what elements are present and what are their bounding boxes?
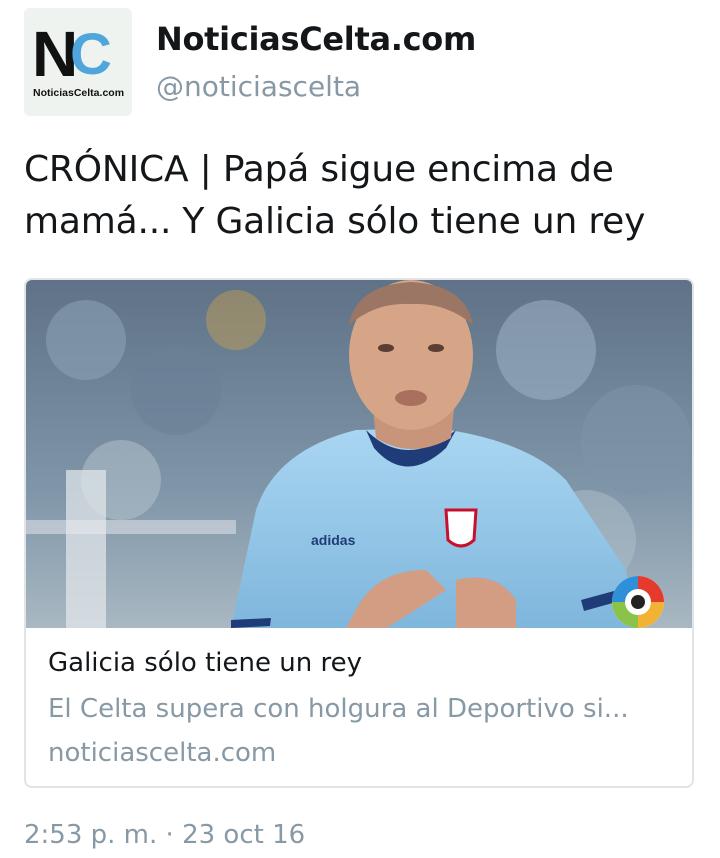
profile-avatar[interactable]: N C NoticiasCelta.com — [24, 8, 132, 116]
svg-text:adidas: adidas — [311, 532, 356, 548]
author-handle[interactable]: @noticiascelta — [156, 70, 361, 103]
noticiascelta-logo-icon: N C NoticiasCelta.com — [24, 8, 132, 116]
logo-caption: NoticiasCelta.com — [33, 87, 124, 99]
football-player-photo: adidas — [26, 280, 692, 628]
tweet-text: CRÓNICA | Papá sigue encima de mamá... Y… — [24, 149, 646, 242]
tweet-timestamp[interactable]: 2:53 p. m. · 23 oct 16 — [24, 820, 305, 850]
link-preview-card[interactable]: adidas Galicia sólo tiene un rey El Celt… — [24, 278, 694, 788]
laliga-logo-icon — [612, 576, 664, 628]
author-display-name[interactable]: NoticiasCelta.com — [156, 20, 476, 58]
card-image[interactable]: adidas — [26, 280, 692, 628]
card-domain[interactable]: noticiascelta.com — [48, 738, 276, 768]
logo-letter-c: C — [70, 22, 112, 87]
card-title[interactable]: Galicia sólo tiene un rey — [48, 648, 362, 678]
card-description: El Celta supera con holgura al Deportivo… — [48, 694, 629, 724]
